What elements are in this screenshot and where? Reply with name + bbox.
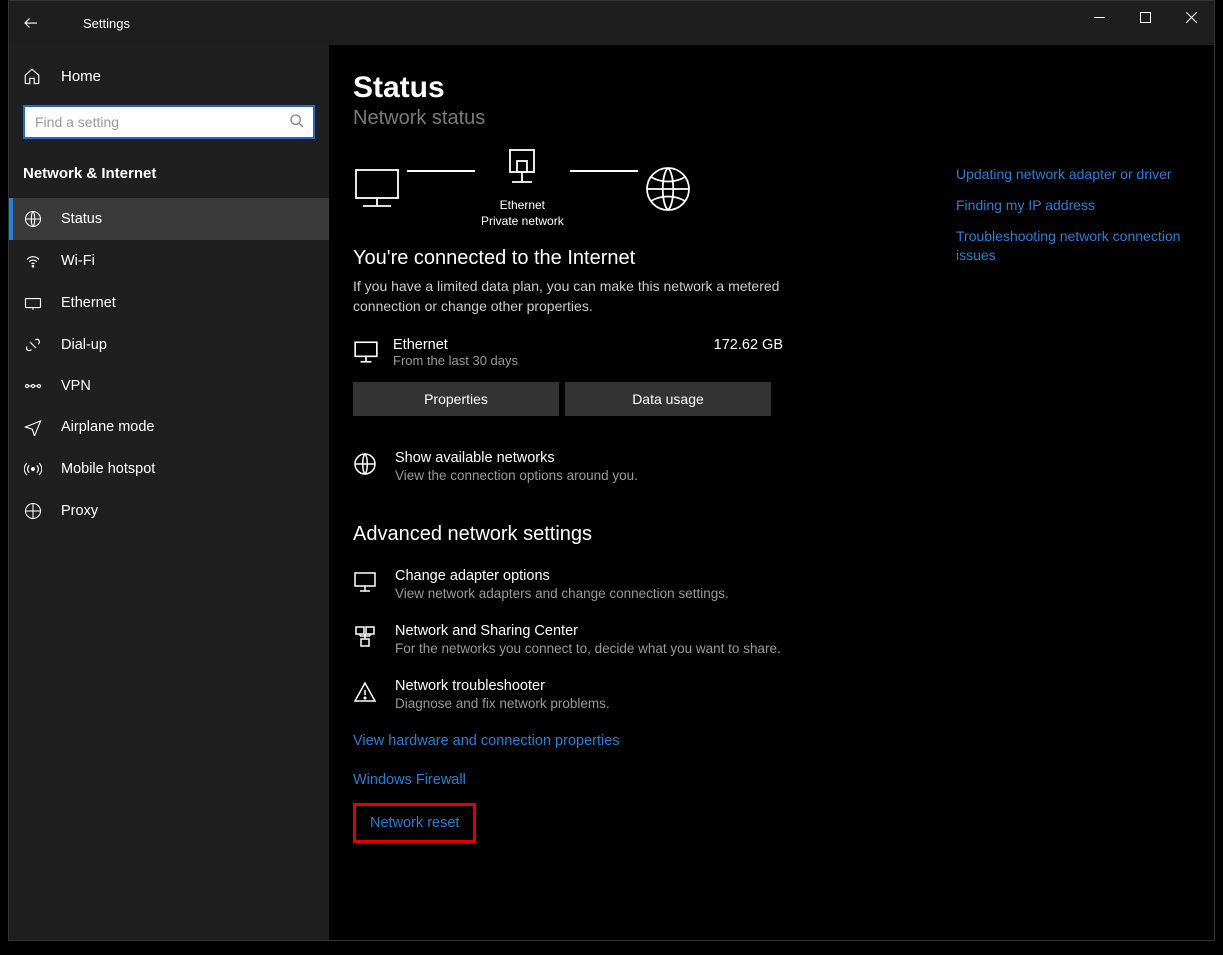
usage-connection-name: Ethernet xyxy=(393,337,700,353)
sidebar-item-airplane[interactable]: Airplane mode xyxy=(9,406,329,448)
network-reset-highlight: Network reset xyxy=(353,803,476,843)
diagram-caption-1: Ethernet xyxy=(500,198,545,212)
sidebar-item-label: Proxy xyxy=(61,503,98,519)
option-sub: View network adapters and change connect… xyxy=(395,586,729,601)
search-icon xyxy=(289,113,305,129)
option-title: Change adapter options xyxy=(395,568,729,584)
proxy-icon xyxy=(23,502,43,520)
show-available-networks[interactable]: Show available networks View the connect… xyxy=(353,450,1190,483)
home-button[interactable]: Home xyxy=(9,57,329,95)
sidebar-item-label: Mobile hotspot xyxy=(61,461,155,477)
option-title: Network and Sharing Center xyxy=(395,623,781,639)
dialup-icon xyxy=(23,336,43,354)
properties-button[interactable]: Properties xyxy=(353,382,559,416)
vpn-icon xyxy=(23,379,43,393)
home-label: Home xyxy=(61,68,101,85)
sidebar-item-status[interactable]: Status xyxy=(9,198,329,240)
titlebar: Settings xyxy=(9,1,1214,45)
airplane-icon xyxy=(23,418,43,436)
sharing-icon xyxy=(353,625,379,656)
sidebar-item-hotspot[interactable]: Mobile hotspot xyxy=(9,448,329,490)
sidebar-item-ethernet[interactable]: Ethernet xyxy=(9,282,329,324)
sidebar-item-label: VPN xyxy=(61,378,91,394)
computer-icon xyxy=(353,167,401,211)
option-sub: For the networks you connect to, decide … xyxy=(395,641,781,656)
connected-description: If you have a limited data plan, you can… xyxy=(353,276,783,317)
related-links: Updating network adapter or driver Findi… xyxy=(956,165,1186,277)
main-content: Status Network status Ethernet Private ne… xyxy=(329,45,1214,940)
usage-row: Ethernet From the last 30 days 172.62 GB xyxy=(353,337,783,368)
minimize-button[interactable] xyxy=(1076,1,1122,33)
option-title: Network troubleshooter xyxy=(395,678,610,694)
sidebar: Home Network & Internet Status Wi-Fi Eth… xyxy=(9,45,329,940)
link-windows-firewall[interactable]: Windows Firewall xyxy=(353,772,466,788)
section-heading: Network status xyxy=(353,107,1190,130)
page-title: Status xyxy=(353,71,1190,105)
app-title: Settings xyxy=(83,16,130,31)
link-find-ip[interactable]: Finding my IP address xyxy=(956,196,1186,215)
monitor-icon xyxy=(353,339,379,365)
close-button[interactable] xyxy=(1168,1,1214,33)
sidebar-item-proxy[interactable]: Proxy xyxy=(9,490,329,532)
warning-icon xyxy=(353,680,379,711)
usage-period: From the last 30 days xyxy=(393,353,700,368)
maximize-button[interactable] xyxy=(1122,1,1168,33)
usage-amount: 172.62 GB xyxy=(714,337,783,353)
option-sub: View the connection options around you. xyxy=(395,468,638,483)
diagram-caption-2: Private network xyxy=(481,214,564,228)
link-network-reset[interactable]: Network reset xyxy=(370,815,459,831)
hotspot-icon xyxy=(23,460,43,478)
internet-globe-icon xyxy=(644,165,692,213)
sidebar-item-dialup[interactable]: Dial-up xyxy=(9,324,329,366)
advanced-heading: Advanced network settings xyxy=(353,523,1190,546)
monitor-icon xyxy=(353,570,379,601)
option-title: Show available networks xyxy=(395,450,638,466)
sidebar-item-label: Wi-Fi xyxy=(61,253,95,269)
sidebar-item-label: Dial-up xyxy=(61,337,107,353)
globe-icon xyxy=(23,210,43,228)
back-button[interactable] xyxy=(9,1,53,45)
network-sharing-center[interactable]: Network and Sharing Center For the netwo… xyxy=(353,623,1190,656)
sidebar-item-vpn[interactable]: VPN xyxy=(9,366,329,406)
router-icon xyxy=(504,148,540,192)
sidebar-item-label: Status xyxy=(61,211,102,227)
change-adapter-options[interactable]: Change adapter options View network adap… xyxy=(353,568,1190,601)
network-troubleshooter[interactable]: Network troubleshooter Diagnose and fix … xyxy=(353,678,1190,711)
sidebar-category: Network & Internet xyxy=(9,157,329,198)
data-usage-button[interactable]: Data usage xyxy=(565,382,771,416)
sidebar-item-label: Airplane mode xyxy=(61,419,155,435)
link-update-adapter[interactable]: Updating network adapter or driver xyxy=(956,165,1186,184)
link-troubleshoot-connection[interactable]: Troubleshooting network connection issue… xyxy=(956,227,1186,265)
search-input[interactable] xyxy=(23,105,315,139)
home-icon xyxy=(23,67,43,85)
globe-icon xyxy=(353,452,379,483)
sidebar-item-wifi[interactable]: Wi-Fi xyxy=(9,240,329,282)
wifi-icon xyxy=(23,252,43,270)
ethernet-icon xyxy=(23,294,43,312)
option-sub: Diagnose and fix network problems. xyxy=(395,696,610,711)
link-hardware-properties[interactable]: View hardware and connection properties xyxy=(353,733,620,749)
sidebar-item-label: Ethernet xyxy=(61,295,116,311)
